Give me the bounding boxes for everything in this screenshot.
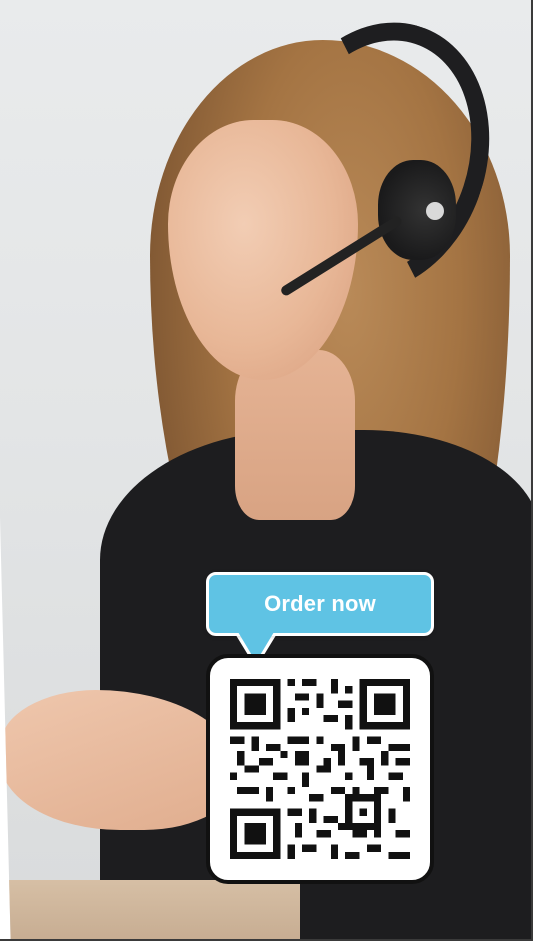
photo-desk xyxy=(0,880,300,940)
ad-stage: Order now xyxy=(0,0,540,941)
order-now-label: Order now xyxy=(264,591,376,616)
qr-card[interactable] xyxy=(206,654,434,884)
qr-code-icon xyxy=(230,679,410,859)
headset-ear-cup xyxy=(378,160,456,260)
headset-button xyxy=(426,202,444,220)
order-now-button[interactable]: Order now xyxy=(206,572,434,636)
panel-edge-right xyxy=(531,0,533,941)
